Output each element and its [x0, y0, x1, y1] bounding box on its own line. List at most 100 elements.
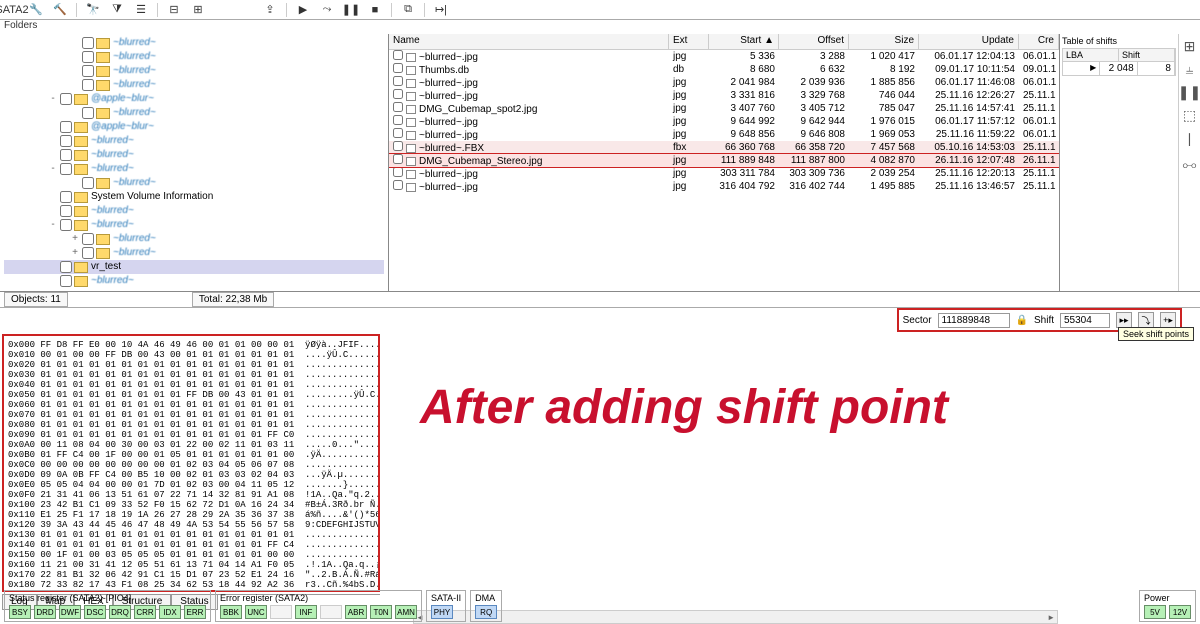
tree-item[interactable]: vr_test [4, 260, 384, 274]
total-size: 22,38 Mb [226, 294, 268, 305]
tree-item[interactable]: ~blurred~ [4, 36, 384, 50]
file-row[interactable]: DMG_Cubemap_Stereo.jpgjpg111 889 848111 … [389, 154, 1059, 167]
tree-item[interactable]: System Volume Information [4, 190, 384, 204]
led-PHY: PHY [431, 605, 453, 619]
register-panel: Status register (SATA2)-[PIO4] BSYDRDDWF… [4, 590, 1196, 622]
col-size[interactable]: Size [849, 34, 919, 49]
dma-register: DMA RQ [470, 590, 502, 622]
tree-item[interactable]: ~blurred~ [4, 50, 384, 64]
export-icon[interactable]: ⇪ [262, 2, 278, 18]
file-row[interactable]: ~blurred~.jpgjpg5 3363 2881 020 41706.01… [389, 50, 1059, 63]
led-ABR: ABR [345, 605, 367, 619]
col-update[interactable]: Update [919, 34, 1019, 49]
device-label: SATA2 [4, 2, 20, 18]
led-12V: 12V [1169, 605, 1191, 619]
file-row[interactable]: ~blurred~.jpgjpg9 648 8569 646 8081 969 … [389, 128, 1059, 141]
led-DSC: DSC [84, 605, 106, 619]
tree-icon[interactable]: ⊟ [166, 2, 182, 18]
tree-item[interactable]: ~blurred~ [4, 148, 384, 162]
shift-table-title: Table of shifts [1062, 36, 1176, 46]
tree-item[interactable]: -~blurred~ [4, 218, 384, 232]
power-register: Power 5V12V [1139, 590, 1196, 622]
col-ext[interactable]: Ext [669, 34, 709, 49]
file-row[interactable]: ~blurred~.jpgjpg316 404 792316 402 7441 … [389, 180, 1059, 193]
apply-shift-button[interactable]: ▸▸ [1116, 312, 1132, 328]
graph-icon[interactable]: ⊞ [190, 2, 206, 18]
led-DWF: DWF [59, 605, 81, 619]
tree-item[interactable]: ~blurred~ [4, 106, 384, 120]
tree-item[interactable]: +~blurred~ [4, 246, 384, 260]
sector-toolbar: Sector 🔒 Shift ▸▸ ⤵ +▸ Seek shift points [0, 308, 1200, 332]
file-row[interactable]: DMG_Cubemap_spot2.jpgjpg3 407 7603 405 7… [389, 102, 1059, 115]
sata-register: SATA-II PHY [426, 590, 466, 622]
pause-icon[interactable]: ❚❚ [1178, 84, 1200, 101]
main-toolbar: SATA2 🔧 🔨 🔭 ⧩ ☰ ⊟ ⊞ ⇪ ▶ ⤳ ❚❚ ■ ⧉ ↦| [0, 0, 1200, 20]
led-CRR: CRR [134, 605, 156, 619]
file-row[interactable]: ~blurred~.FBXfbx66 360 76866 358 7207 45… [389, 141, 1059, 154]
led-blank [320, 605, 342, 619]
exit-icon[interactable]: ↦| [433, 2, 449, 18]
file-row[interactable]: ~blurred~.jpgjpg2 041 9842 039 9361 885 … [389, 76, 1059, 89]
error-register: Error register (SATA2) BBKUNCINFABRT0NAM… [215, 590, 422, 622]
stop-icon[interactable]: ■ [367, 2, 383, 18]
branch-icon[interactable]: ⤳ [319, 2, 335, 18]
folders-header: Folders [4, 20, 37, 34]
filter-icon[interactable]: ⼁ [1183, 130, 1197, 150]
led-ERR: ERR [184, 605, 206, 619]
led-BBK: BBK [220, 605, 242, 619]
tooltip: Seek shift points [1118, 327, 1194, 341]
col-start[interactable]: Start ▲ [709, 34, 779, 49]
sector-label: Sector [903, 315, 932, 326]
tree-item[interactable]: @apple~blur~ [4, 120, 384, 134]
annotation-text: After adding shift point [420, 380, 948, 435]
code-icon[interactable]: ⬚ [1183, 107, 1196, 124]
copy-icon[interactable]: ⧉ [400, 2, 416, 18]
col-offset[interactable]: Offset [779, 34, 849, 49]
led-DRD: DRD [34, 605, 56, 619]
led-UNC: UNC [245, 605, 267, 619]
col-created[interactable]: Cre [1019, 34, 1059, 49]
folder-tree-pane: ~blurred~~blurred~~blurred~~blurred~-@ap… [0, 34, 389, 291]
pause-icon[interactable]: ❚❚ [343, 2, 359, 18]
wrench-icon[interactable]: 🔧 [28, 2, 44, 18]
led-AMN: AMN [395, 605, 417, 619]
col-name[interactable]: Name [389, 34, 669, 49]
led-blank [270, 605, 292, 619]
right-icon-column: ⊞ ⫨ ❚❚ ⬚ ⼁ ⧟ [1178, 34, 1200, 291]
tree-item[interactable]: ~blurred~ [4, 204, 384, 218]
network-icon[interactable]: ⧟ [1183, 156, 1197, 173]
lock-icon[interactable]: 🔒 [1016, 315, 1028, 326]
shift-input[interactable] [1060, 313, 1110, 328]
measure-icon[interactable]: ⫨ [1186, 61, 1194, 78]
file-row[interactable]: ~blurred~.jpgjpg9 644 9929 642 9441 976 … [389, 115, 1059, 128]
tool-icon[interactable]: ⊞ [1184, 38, 1196, 55]
shift-col-lba[interactable]: LBA [1063, 49, 1119, 61]
led-RQ: RQ [475, 605, 497, 619]
sector-input[interactable] [938, 313, 1010, 328]
hammer-icon[interactable]: 🔨 [52, 2, 68, 18]
tree-item[interactable]: ~blurred~ [4, 274, 384, 288]
file-row[interactable]: Thumbs.dbdb8 6806 6328 19209.01.17 10:11… [389, 63, 1059, 76]
tree-item[interactable]: ~blurred~ [4, 176, 384, 190]
seek-shift-button[interactable]: ⤵ [1138, 312, 1154, 328]
shift-table: Table of shifts LBAShift ▶2 0488 [1060, 34, 1178, 291]
tree-item[interactable]: +~blurred~ [4, 232, 384, 246]
add-shift-button[interactable]: +▸ [1160, 312, 1176, 328]
objects-count: 11 [50, 294, 60, 305]
shift-col-shift[interactable]: Shift [1119, 49, 1175, 61]
tree-item[interactable]: -@apple~blur~ [4, 92, 384, 106]
binoculars-icon[interactable]: 🔭 [85, 2, 101, 18]
shift-row[interactable]: ▶2 0488 [1062, 62, 1176, 76]
hex-view[interactable]: 0x000 FF D8 FF E0 00 10 4A 46 49 46 00 0… [2, 334, 380, 592]
tree-item[interactable]: ~blurred~ [4, 134, 384, 148]
file-row[interactable]: ~blurred~.jpgjpg303 311 784303 309 7362 … [389, 167, 1059, 180]
play-icon[interactable]: ▶ [295, 2, 311, 18]
tree-item[interactable]: -~blurred~ [4, 162, 384, 176]
tree-item[interactable]: ~blurred~ [4, 64, 384, 78]
shift-label: Shift [1034, 315, 1054, 326]
list-icon[interactable]: ☰ [133, 2, 149, 18]
file-row[interactable]: ~blurred~.jpgjpg3 331 8163 329 768746 04… [389, 89, 1059, 102]
funnel-icon[interactable]: ⧩ [109, 2, 125, 18]
led-5V: 5V [1144, 605, 1166, 619]
tree-item[interactable]: ~blurred~ [4, 78, 384, 92]
